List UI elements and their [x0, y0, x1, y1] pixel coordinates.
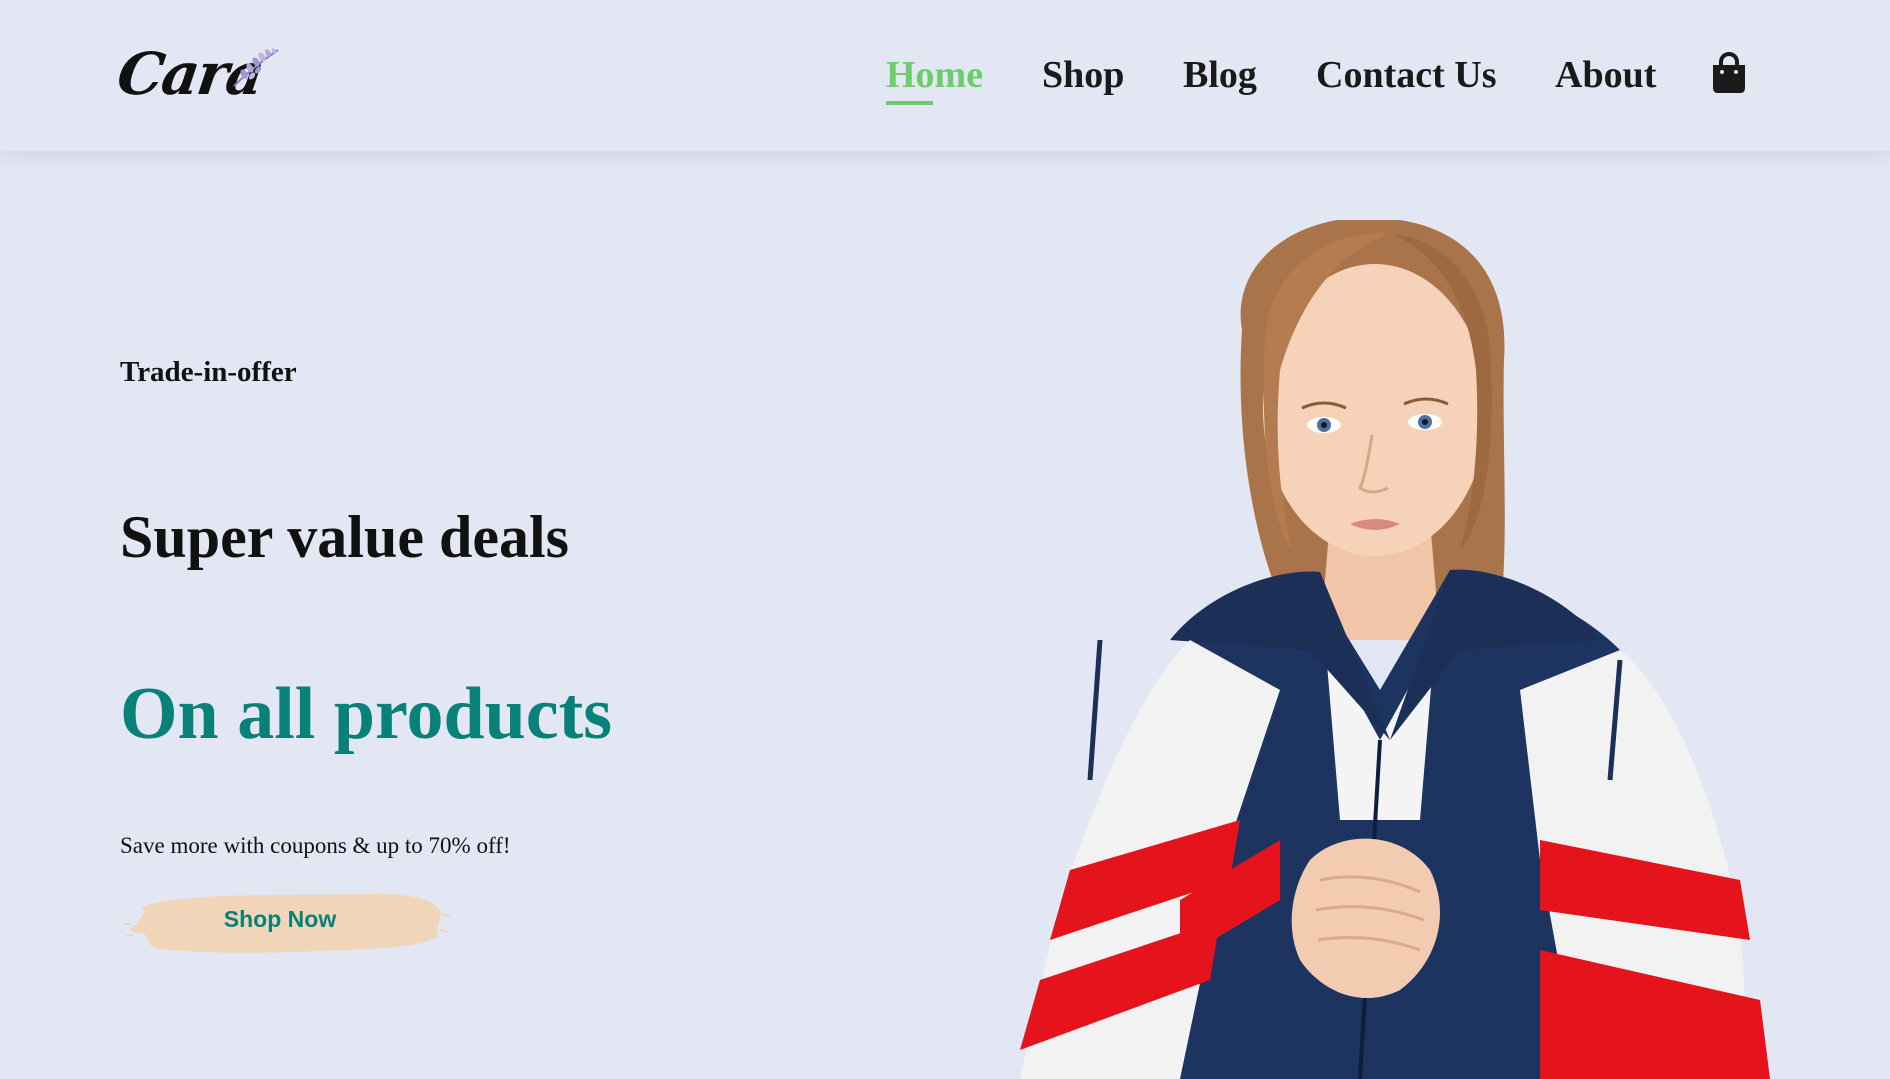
- site-header: Cara Home Shop Blog Contact Us About: [0, 0, 1890, 151]
- hero-kicker: Trade-in-offer: [120, 356, 297, 388]
- hero-headline: Super value deals: [120, 504, 569, 570]
- nav-item-about[interactable]: About: [1555, 50, 1656, 100]
- nav-item-blog[interactable]: Blog: [1183, 50, 1257, 100]
- nav-item-shop[interactable]: Shop: [1042, 50, 1124, 100]
- nav-item-contact-us[interactable]: Contact Us: [1316, 50, 1496, 100]
- main-nav: Home Shop Blog Contact Us About: [0, 0, 1890, 151]
- hero-model-image: [1020, 220, 1770, 1079]
- hero-tagline: Save more with coupons & up to 70% off!: [120, 833, 511, 858]
- hero-subheadline: On all products: [120, 673, 613, 755]
- nav-item-home[interactable]: Home: [886, 50, 983, 105]
- shop-now-button[interactable]: Shop Now: [120, 886, 450, 958]
- shopping-bag-icon[interactable]: [1711, 52, 1747, 94]
- shop-now-label: Shop Now: [223, 906, 337, 932]
